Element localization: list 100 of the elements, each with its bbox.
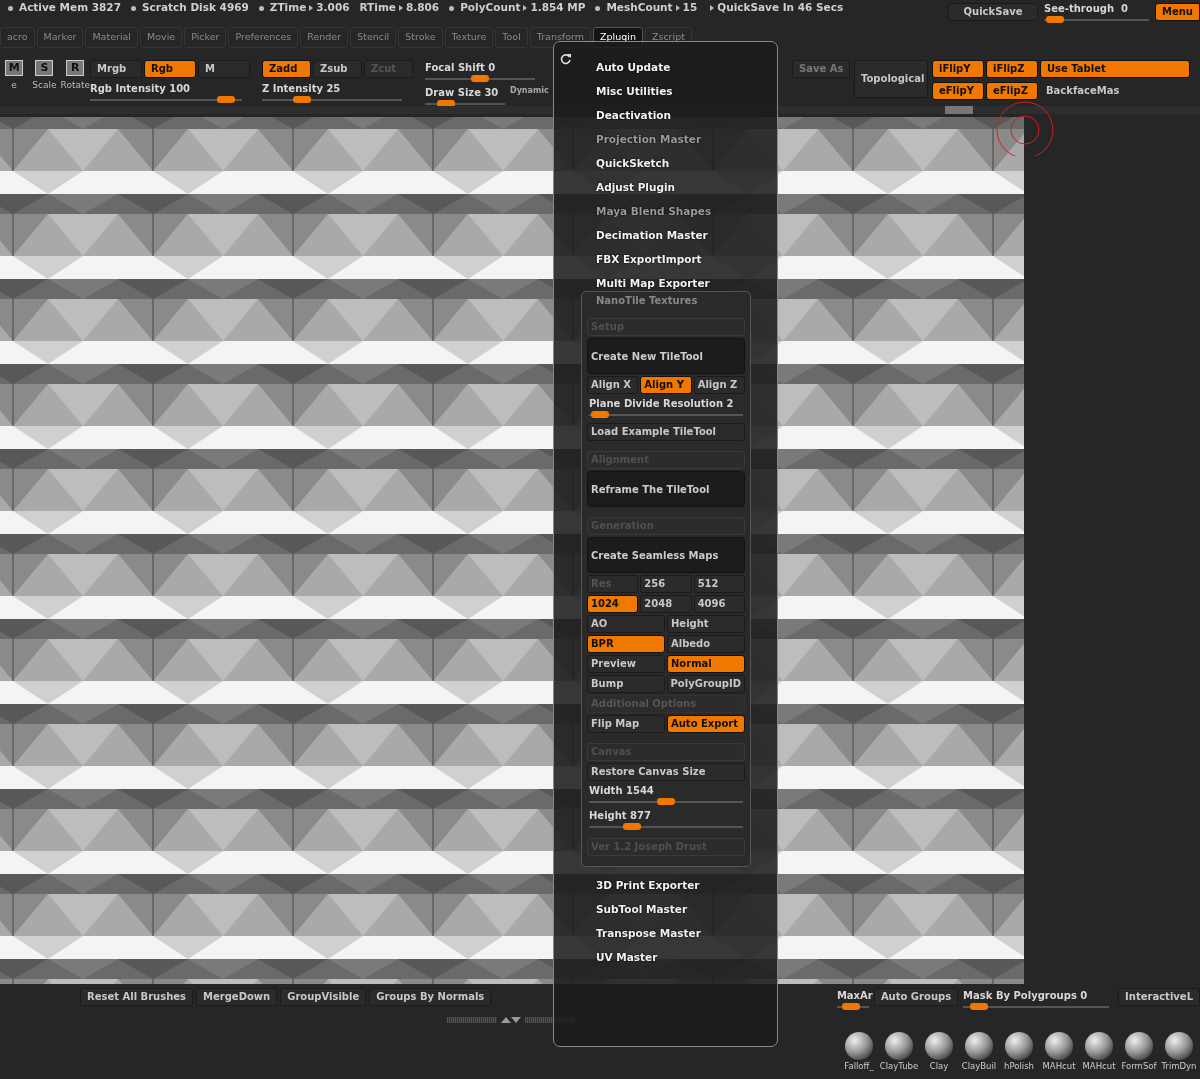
tool-key-icon[interactable]: M: [5, 60, 24, 76]
mode-button[interactable]: Rgb: [144, 60, 196, 78]
toggle-button[interactable]: Use Tablet: [1040, 60, 1190, 78]
tool-label[interactable]: e: [11, 79, 17, 93]
up-down-arrows-icon[interactable]: [501, 1016, 521, 1024]
menu-tab[interactable]: acro: [0, 27, 35, 48]
slider-thumb[interactable]: [217, 96, 236, 103]
action-button[interactable]: Restore Canvas Size: [587, 763, 745, 781]
bottom-button[interactable]: GroupVisible: [280, 988, 367, 1006]
option-button[interactable]: Albedo: [667, 635, 745, 653]
brush-thumbnail[interactable]: [1005, 1032, 1033, 1060]
option-button[interactable]: AO: [587, 615, 665, 633]
brush-thumbnail[interactable]: [845, 1032, 873, 1060]
option-button[interactable]: Flip Map: [587, 715, 665, 733]
toggle-button[interactable]: eFlipZ: [986, 82, 1038, 100]
brush-thumbnail[interactable]: [1165, 1032, 1193, 1060]
option-button[interactable]: Preview: [587, 655, 665, 673]
bottom-button[interactable]: Auto Groups: [873, 988, 959, 1006]
option-button[interactable]: Auto Export: [667, 715, 745, 733]
mode-button[interactable]: M: [198, 60, 250, 78]
option-button[interactable]: Normal: [667, 655, 745, 673]
refresh-icon[interactable]: [560, 53, 572, 65]
menus-button[interactable]: Menu: [1155, 3, 1200, 21]
plugin-menu-item[interactable]: Deactivation: [554, 103, 671, 127]
brush-thumbnail[interactable]: [1085, 1032, 1113, 1060]
menu-tab[interactable]: Texture: [444, 27, 494, 48]
action-button[interactable]: Load Example TileTool: [587, 423, 745, 441]
brush-thumbnail[interactable]: [885, 1032, 913, 1060]
plugin-menu-item[interactable]: 3D Print Exporter: [554, 873, 700, 897]
plugin-menu-item[interactable]: Misc Utilities: [554, 79, 673, 103]
slider-thumb[interactable]: [471, 75, 489, 82]
brush-label[interactable]: ClayBuil: [961, 1060, 997, 1073]
option-button[interactable]: BPR: [587, 635, 665, 653]
plugin-menu-item[interactable]: Decimation Master: [554, 223, 708, 247]
slider-thumb[interactable]: [841, 1003, 860, 1010]
plugin-menu-item[interactable]: Multi Map Exporter: [554, 271, 710, 295]
action-button[interactable]: Create Seamless Maps: [587, 537, 745, 573]
quicksave-button[interactable]: QuickSave: [948, 3, 1038, 21]
brush-label[interactable]: Falloff_: [844, 1060, 874, 1073]
menu-tab[interactable]: Render: [300, 27, 349, 48]
plugin-menu-item[interactable]: Transpose Master: [554, 921, 701, 945]
toggle-button[interactable]: eFlipY: [932, 82, 984, 100]
option-button[interactable]: 256: [640, 575, 692, 593]
action-button[interactable]: Reframe The TileTool: [587, 471, 745, 507]
tool-key-icon[interactable]: R: [66, 60, 85, 76]
menu-tab[interactable]: Marker: [36, 27, 84, 48]
plugin-menu-item[interactable]: SubTool Master: [554, 897, 688, 921]
plugin-menu-item[interactable]: QuickSketch: [554, 151, 670, 175]
brush-label[interactable]: MAHcut: [1082, 1060, 1116, 1073]
option-button[interactable]: PolyGroupID: [666, 675, 745, 693]
option-button[interactable]: 2048: [640, 595, 692, 613]
menu-tab[interactable]: Preferences: [228, 27, 299, 48]
brush-thumbnail[interactable]: [965, 1032, 993, 1060]
brush-label[interactable]: TrimDyn: [1161, 1060, 1197, 1073]
scrollbar-thumb[interactable]: [945, 106, 973, 114]
tool-key-icon[interactable]: S: [35, 60, 54, 76]
option-button[interactable]: Align Z: [693, 376, 745, 394]
brush-thumbnail[interactable]: [925, 1032, 953, 1060]
brush-thumbnail[interactable]: [1045, 1032, 1073, 1060]
panel-title[interactable]: NanoTile Textures: [587, 292, 745, 310]
menu-tab[interactable]: Tool: [495, 27, 528, 48]
menu-tab[interactable]: Stencil: [350, 27, 397, 48]
topological-button[interactable]: Topological: [854, 60, 928, 98]
mode-button[interactable]: Zadd: [262, 60, 311, 78]
slider-thumb[interactable]: [591, 411, 609, 418]
option-button[interactable]: 4096: [693, 595, 745, 613]
plugin-menu-item[interactable]: Adjust Plugin: [554, 175, 675, 199]
slider-thumb[interactable]: [292, 96, 311, 103]
option-button[interactable]: Bump: [587, 675, 665, 693]
mode-button[interactable]: Zsub: [313, 60, 362, 78]
dynamic-label[interactable]: Dynamic: [510, 85, 549, 97]
tool-label[interactable]: Scale: [32, 79, 57, 93]
option-button[interactable]: 512: [693, 575, 745, 593]
plugin-menu-item[interactable]: UV Master: [554, 945, 658, 969]
slider-thumb[interactable]: [1046, 16, 1064, 23]
slider-thumb[interactable]: [969, 1003, 988, 1010]
toggle-button[interactable]: iFlipY: [932, 60, 984, 78]
tool-label[interactable]: Rotate: [60, 79, 90, 93]
brush-label[interactable]: ClayTube: [879, 1060, 919, 1073]
brush-label[interactable]: Clay: [929, 1060, 949, 1073]
option-button[interactable]: 1024: [587, 595, 639, 613]
brush-label[interactable]: MAHcut: [1042, 1060, 1076, 1073]
brush-label[interactable]: FormSof: [1121, 1060, 1157, 1073]
option-button[interactable]: Align X: [587, 376, 639, 394]
brush-thumbnail[interactable]: [1125, 1032, 1153, 1060]
menu-tab[interactable]: Movie: [140, 27, 183, 48]
toggle-button[interactable]: iFlipZ: [986, 60, 1038, 78]
action-button[interactable]: Create New TileTool: [587, 338, 745, 374]
bottom-button[interactable]: Reset All Brushes: [80, 988, 194, 1006]
option-button[interactable]: Height: [667, 615, 745, 633]
brush-label[interactable]: hPolish: [1004, 1060, 1034, 1073]
option-button[interactable]: Align Y: [640, 376, 692, 394]
slider-thumb[interactable]: [657, 798, 675, 805]
bottom-button[interactable]: Groups By Normals: [369, 988, 492, 1006]
menu-tab[interactable]: Picker: [184, 27, 227, 48]
plugin-menu-item[interactable]: Auto Update: [554, 55, 671, 79]
mode-button[interactable]: Mrgb: [90, 60, 142, 78]
menu-tab[interactable]: Material: [85, 27, 138, 48]
bottom-button[interactable]: InteractiveL: [1118, 988, 1200, 1006]
plugin-menu-item[interactable]: FBX ExportImport: [554, 247, 702, 271]
